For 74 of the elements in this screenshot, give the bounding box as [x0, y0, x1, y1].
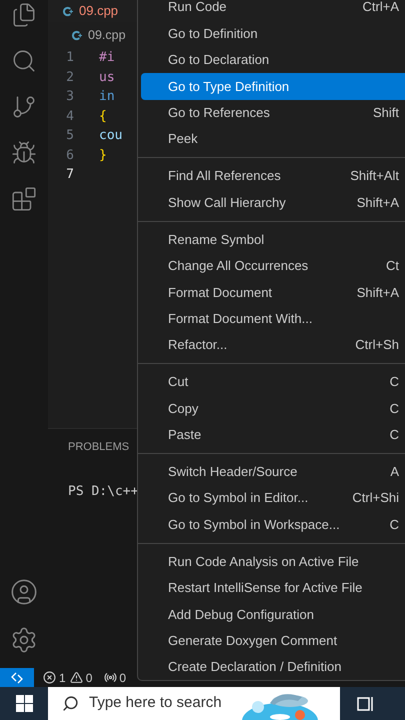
search-field[interactable]: Type here to search [48, 687, 340, 720]
breadcrumb[interactable]: 09.cpp [88, 26, 126, 44]
menu-item[interactable]: Restart IntelliSense for Active File [141, 574, 405, 602]
account-icon[interactable] [10, 578, 38, 606]
shortcut-text: Ctrl+Sh [355, 336, 399, 354]
menu-item[interactable]: Format Document Shift+A [141, 279, 405, 306]
shortcut-text: C [390, 373, 399, 392]
line-number: 6 [65, 146, 75, 164]
shortcut-text: Shift+Alt [350, 167, 399, 186]
menu-item[interactable]: Switch Header/Source A [141, 458, 405, 486]
ports-icon [104, 671, 118, 684]
warning-icon [70, 671, 83, 684]
code-text: } [98, 146, 107, 164]
shortcut-text: A [390, 463, 399, 482]
ports-count[interactable]: 0 [119, 668, 126, 686]
menu-item[interactable]: Format Document With... [141, 305, 405, 332]
extensions-icon[interactable] [11, 186, 37, 212]
menu-item[interactable]: Change All Occurrences Ct [141, 252, 405, 280]
settings-icon[interactable] [10, 626, 38, 654]
menu-item[interactable]: Run Code Analysis on Active File [141, 548, 405, 575]
shortcut-text: C [390, 426, 399, 444]
explorer-icon[interactable] [11, 2, 37, 28]
line-number: 4 [65, 108, 75, 126]
terminal-text: PS D:\c++ [68, 482, 138, 500]
search-icon[interactable] [11, 48, 37, 74]
code-text: in [98, 88, 115, 106]
task-view-icon[interactable] [357, 694, 375, 712]
menu-item[interactable]: Run Code Ctrl+A [141, 0, 405, 20]
shortcut-text: Ctrl+A [362, 0, 399, 16]
menu-item[interactable]: Go to Definition [141, 20, 405, 47]
line-number: 3 [65, 88, 75, 106]
line-number: 1 [65, 49, 75, 67]
line-number: 2 [65, 68, 75, 86]
menu-item[interactable]: Rename Symbol [141, 226, 405, 253]
cpp-file-icon [71, 30, 82, 40]
menu-item[interactable]: Find All References Shift+Alt [141, 162, 405, 190]
cpp-file-icon [62, 6, 73, 16]
menu-item[interactable]: Create Declaration / Definition [141, 654, 405, 680]
shortcut-text: Shift+A [356, 194, 399, 212]
windows-icon[interactable] [16, 695, 33, 712]
shortcut-text: Shift+A [356, 284, 399, 302]
remote-icon [11, 672, 23, 684]
menu-item[interactable]: Copy C [141, 395, 405, 422]
code-text: us [98, 68, 115, 86]
warning-count[interactable]: 0 [86, 668, 92, 686]
shortcut-text: Ctrl+Shi [352, 489, 399, 508]
menu-item[interactable]: Peek [141, 126, 405, 152]
code-text: cou [98, 127, 122, 145]
menu-item[interactable]: Add Debug Configuration [141, 601, 405, 628]
menu-item[interactable]: Go to Symbol in Workspace... C [141, 511, 405, 538]
menu-item[interactable]: Refactor... Ctrl+Sh [141, 332, 405, 358]
remote-button[interactable] [0, 668, 34, 687]
code-text: { [98, 108, 107, 126]
line-number: 7 [65, 166, 75, 184]
line-number: 5 [65, 127, 75, 145]
error-count[interactable]: 1 [59, 668, 66, 686]
menu-item[interactable]: Go to Declaration [141, 46, 405, 74]
menu-item[interactable]: Paste C [141, 422, 405, 448]
error-icon [43, 671, 56, 684]
search-input[interactable]: Type here to search [89, 692, 249, 715]
menu-item[interactable]: Generate Doxygen Comment [141, 628, 405, 654]
menu-item[interactable]: Cut C [141, 368, 405, 396]
shortcut-text: Shift [372, 104, 399, 122]
shortcut-text: C [390, 400, 399, 418]
shortcut-text: C [390, 516, 399, 534]
source-control-icon[interactable] [11, 94, 37, 120]
menu-item[interactable]: Show Call Hierarchy Shift+A [141, 189, 405, 216]
menu-item[interactable]: Go to Type Definition [141, 73, 405, 100]
shortcut-text: Ct [386, 257, 399, 276]
code-text: #i [98, 49, 115, 67]
menu-item[interactable]: Go to References Shift [141, 100, 405, 126]
search-icon [62, 695, 79, 712]
run-debug-icon[interactable] [11, 140, 37, 166]
menu-item[interactable]: Go to Symbol in Editor... Ctrl+Shi [141, 485, 405, 512]
